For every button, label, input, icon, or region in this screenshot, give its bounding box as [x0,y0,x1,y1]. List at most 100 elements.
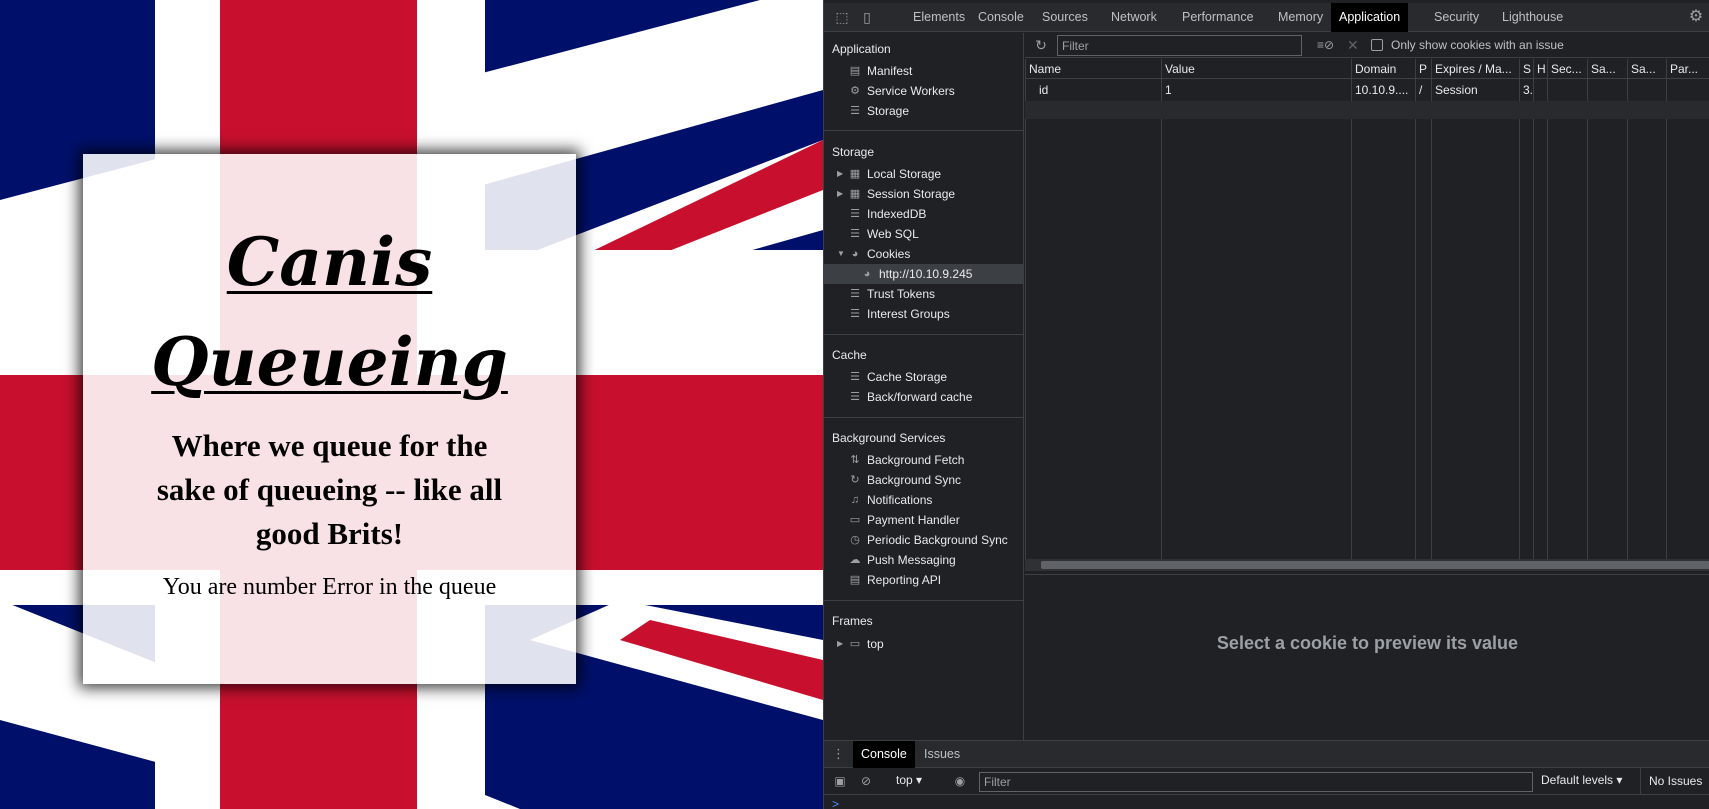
tab-application[interactable]: Application [1331,3,1409,32]
column-header-expires[interactable]: Expires / Ma... [1431,59,1519,79]
sidebar-item-push-messaging[interactable]: ☁ Push Messaging [824,550,1023,570]
expand-arrow-icon[interactable]: ▶ [837,184,843,204]
issues-counter[interactable]: No Issues [1640,768,1702,795]
clock-icon: ◷ [850,534,860,546]
sidebar-item-trust-tokens[interactable]: ☰ Trust Tokens [824,284,1023,304]
sidebar-item-periodic-background-sync[interactable]: ◷ Periodic Background Sync [824,530,1023,550]
cookie-cell-size[interactable]: 3. [1519,80,1533,100]
column-header-path[interactable]: P [1415,59,1431,79]
database-icon: ☰ [850,228,860,240]
gear-icon[interactable]: ⚙ [1686,7,1706,27]
column-header-partition[interactable]: Par... [1666,59,1709,79]
horizontal-scrollbar-thumb[interactable] [1041,561,1709,569]
sidebar-toggle-icon[interactable]: ▣ [832,773,848,789]
sidebar-item-storage[interactable]: ☰ Storage [824,101,1023,121]
sidebar-item-background-fetch[interactable]: ⇅ Background Fetch [824,450,1023,470]
drawer-tab-issues[interactable]: Issues [916,741,968,768]
refresh-icon[interactable]: ↻ [1033,37,1049,53]
cookies-pane: ↻ ≡⊘ ✕ Only show cookies with an issue N… [1025,33,1709,740]
cookie-filter-input[interactable] [1057,35,1302,56]
sidebar-item-web-sql[interactable]: ☰ Web SQL [824,224,1023,244]
column-header-domain[interactable]: Domain [1351,59,1415,79]
application-sidebar: Application ▤ Manifest ⚙ Service Workers ☰… [824,33,1024,740]
context-select[interactable]: top ▾ [896,773,922,787]
sidebar-item-local-storage[interactable]: ▶ ▦ Local Storage [824,164,1023,184]
section-divider [824,417,1023,418]
eye-icon[interactable]: ◉ [952,773,968,789]
expand-arrow-icon[interactable]: ▶ [837,164,843,184]
cloud-icon: ☁ [849,554,861,566]
sidebar-item-session-storage[interactable]: ▶ ▦ Session Storage [824,184,1023,204]
cookie-icon: ◕ [851,248,859,260]
tab-console[interactable]: Console [970,3,1032,32]
page-subtitle: Where we queue for the sake of queueing … [156,428,503,551]
sidebar-item-notifications[interactable]: ♫ Notifications [824,490,1023,510]
tab-lighthouse[interactable]: Lighthouse [1494,3,1571,32]
sidebar-item-back-forward-cache[interactable]: ☰ Back/forward cache [824,387,1023,407]
table-row-empty [1025,101,1709,119]
devtools-tabbar: ⬚ ▯ Elements Console Sources Network Per… [824,3,1709,32]
only-issue-checkbox[interactable] [1371,39,1383,51]
column-header-value[interactable]: Value [1161,59,1351,79]
tab-performance[interactable]: Performance [1174,3,1262,32]
column-header-secure[interactable]: Sec... [1547,59,1587,79]
tab-memory[interactable]: Memory [1270,3,1331,32]
column-header-samesite[interactable]: Sa... [1587,59,1627,79]
tab-sources[interactable]: Sources [1034,3,1096,32]
column-header-httponly[interactable]: H [1533,59,1547,79]
only-issue-label: Only show cookies with an issue [1391,38,1564,52]
cookie-cell-expires[interactable]: Session [1431,80,1519,100]
section-divider [824,600,1023,601]
sidebar-item-frame-top[interactable]: ▶ ▭ top [824,634,1023,654]
file-icon: ▤ [849,65,861,77]
sidebar-item-service-workers[interactable]: ⚙ Service Workers [824,81,1023,101]
console-filter-input[interactable] [979,772,1533,792]
database-icon: ☰ [850,288,860,300]
clear-console-icon[interactable]: ⊘ [858,773,874,789]
section-divider [824,130,1023,131]
tab-security[interactable]: Security [1426,3,1487,32]
column-header-size[interactable]: S [1519,59,1533,79]
console-prompt[interactable]: > [832,797,839,809]
cookie-cell-path[interactable]: / [1415,80,1431,100]
database-icon: ☰ [850,105,860,117]
sidebar-item-interest-groups[interactable]: ☰ Interest Groups [824,304,1023,324]
cookies-table: Name Value Domain P Expires / Ma... S H … [1025,59,1709,559]
cookie-cell-value[interactable]: 1 [1161,80,1351,100]
column-header-sameparty[interactable]: Sa... [1627,59,1666,79]
sidebar-item-payment-handler[interactable]: ▭ Payment Handler [824,510,1023,530]
clear-filtered-cookies-icon[interactable]: ≡⊘ [1317,37,1335,53]
more-vert-icon[interactable]: ⋮ [832,746,845,762]
device-toolbar-icon[interactable]: ▯ [858,8,876,26]
inspect-element-icon[interactable]: ⬚ [833,8,851,26]
sidebar-item-cookie-origin[interactable]: ◕ http://10.10.9.245 [824,264,1023,284]
database-icon: ☰ [850,208,860,220]
preview-divider [1025,574,1709,575]
column-header-name[interactable]: Name [1025,59,1161,79]
up-down-arrows-icon: ⇅ [850,454,860,466]
drawer-tabbar: ⋮ Console Issues [824,740,1709,768]
sidebar-item-background-sync[interactable]: ↻ Background Sync [824,470,1023,490]
cookie-icon: ◕ [863,268,871,280]
clear-all-cookies-icon[interactable]: ✕ [1347,37,1361,53]
expand-arrow-icon[interactable]: ▶ [837,634,843,654]
sidebar-item-indexeddb[interactable]: ☰ IndexedDB [824,204,1023,224]
sidebar-item-manifest[interactable]: ▤ Manifest [824,61,1023,81]
sync-icon: ↻ [850,474,860,486]
devtools-panel: ⬚ ▯ Elements Console Sources Network Per… [823,0,1709,809]
section-divider [824,334,1023,335]
cookie-cell-domain[interactable]: 10.10.9.... [1351,80,1415,100]
section-title-frames: Frames [832,614,873,628]
collapse-arrow-icon[interactable]: ▼ [837,244,845,264]
tab-network[interactable]: Network [1103,3,1165,32]
log-levels-select[interactable]: Default levels ▾ [1541,773,1622,787]
sidebar-item-reporting-api[interactable]: ▤ Reporting API [824,570,1023,590]
drawer-tab-console[interactable]: Console [853,741,915,768]
welcome-card: Canis Queueing Where we queue for the sa… [83,154,576,684]
sidebar-item-cookies[interactable]: ▼ ◕ Cookies [824,244,1023,264]
tab-elements[interactable]: Elements [905,3,973,32]
cookie-cell-name[interactable]: id [1035,80,1161,100]
console-toolbar: ▣ ⊘ top ▾ ◉ Default levels ▾ No Issues [824,768,1709,795]
sidebar-item-cache-storage[interactable]: ☰ Cache Storage [824,367,1023,387]
frame-icon: ▭ [849,638,861,650]
